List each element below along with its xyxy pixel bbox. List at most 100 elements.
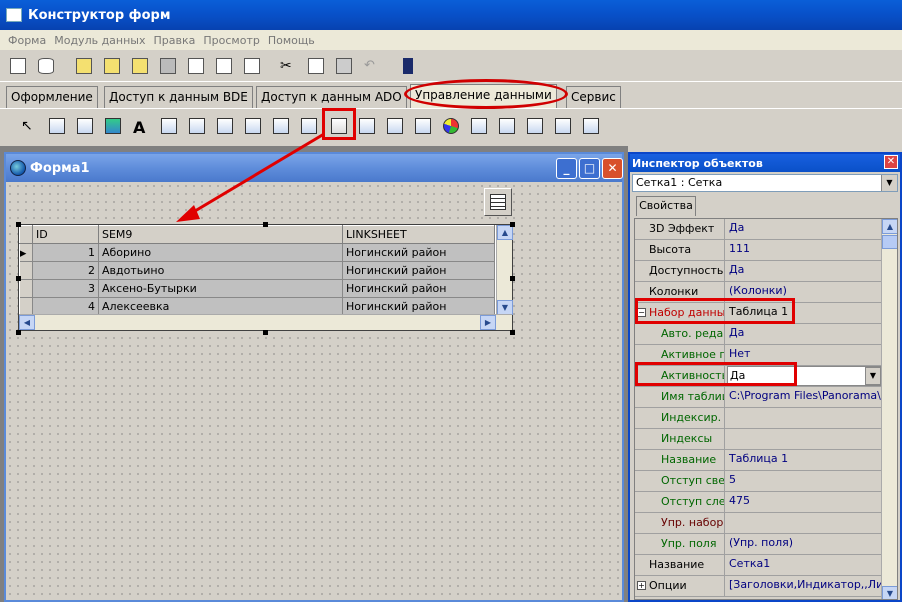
tab-ado[interactable]: Доступ к данным ADO: [256, 86, 407, 108]
cell-id[interactable]: 1: [32, 243, 99, 262]
dbrichedit-tool[interactable]: [412, 115, 434, 137]
scroll-up-icon[interactable]: ▲: [882, 219, 897, 234]
grid-vertical-scrollbar[interactable]: ▲ ▼: [496, 225, 513, 315]
open-module-button[interactable]: [100, 54, 122, 76]
cell-id[interactable]: 4: [32, 297, 99, 316]
tab-properties[interactable]: Свойства: [636, 196, 696, 216]
scroll-thumb[interactable]: [882, 235, 897, 249]
chevron-down-icon[interactable]: ▼: [881, 175, 897, 191]
cut-button[interactable]: ✂: [276, 54, 298, 76]
grid-horizontal-scrollbar[interactable]: ◀ ▶: [19, 314, 512, 330]
dbmemo-tool[interactable]: [74, 115, 96, 137]
cell-linksheet[interactable]: Ногинский район: [342, 261, 495, 280]
property-value[interactable]: [727, 408, 881, 428]
property-row[interactable]: Авто. редак-Да: [635, 324, 881, 345]
property-row[interactable]: Отступ свер 5: [635, 471, 881, 492]
property-value[interactable]: Сетка1: [727, 555, 881, 575]
dbsort-tool[interactable]: [298, 115, 320, 137]
cell-sem9[interactable]: Авдотьино: [98, 261, 343, 280]
dbtext-tool[interactable]: A: [130, 115, 152, 137]
scroll-right-icon[interactable]: ▶: [480, 315, 496, 330]
dbimage-tool[interactable]: [102, 115, 124, 137]
cell-sem9[interactable]: Аксено-Бутырки: [98, 279, 343, 298]
dblookup-tool[interactable]: [270, 115, 292, 137]
dblistbox-tool[interactable]: [158, 115, 180, 137]
property-row[interactable]: Имя таблиц C:\Program Files\Panorama\P: [635, 387, 881, 408]
paste-button[interactable]: [332, 54, 354, 76]
windows-button[interactable]: [212, 54, 234, 76]
resize-handle[interactable]: [16, 330, 21, 335]
dbcheckbox-tool[interactable]: [214, 115, 236, 137]
property-row[interactable]: Упр. набор д: [635, 513, 881, 534]
close-button[interactable]: ✕: [602, 158, 623, 179]
table-row[interactable]: 2 Авдотьино Ногинский район: [19, 261, 495, 280]
resize-handle[interactable]: [263, 330, 268, 335]
cell-linksheet[interactable]: Ногинский район: [342, 279, 495, 298]
minimize-button[interactable]: _: [556, 158, 577, 179]
dbcombobox-tool[interactable]: [186, 115, 208, 137]
property-value[interactable]: 475: [727, 492, 881, 512]
cell-id[interactable]: 3: [32, 279, 99, 298]
menu-help[interactable]: Помощь: [268, 34, 315, 47]
resize-handle[interactable]: [16, 276, 21, 281]
properties-button[interactable]: [184, 54, 206, 76]
property-value[interactable]: 111: [727, 240, 881, 260]
tab-design[interactable]: Оформление: [6, 86, 98, 108]
scroll-down-icon[interactable]: ▼: [497, 300, 513, 315]
property-row[interactable]: Доступность Да: [635, 261, 881, 282]
property-value[interactable]: Таблица 1: [727, 450, 881, 470]
property-value[interactable]: 5: [727, 471, 881, 491]
maximize-button[interactable]: □: [579, 158, 600, 179]
checklist-button[interactable]: [240, 54, 262, 76]
property-value[interactable]: C:\Program Files\Panorama\P: [727, 387, 881, 407]
run-button[interactable]: [396, 54, 418, 76]
property-row[interactable]: Упр. поля (Упр. поля): [635, 534, 881, 555]
copy-button[interactable]: [304, 54, 326, 76]
column-header-id[interactable]: ID: [32, 225, 99, 244]
property-row[interactable]: + Опции [Заголовки,Индикатор,,Лини: [635, 576, 881, 597]
dbnavigator-tool[interactable]: [356, 115, 378, 137]
form-canvas[interactable]: ID SEM9 LINKSHEET ▶ 1 Аборино Ногинский …: [6, 182, 622, 600]
open-button[interactable]: [72, 54, 94, 76]
undo-button[interactable]: ↶: [360, 54, 382, 76]
property-row[interactable]: Название Таблица 1: [635, 450, 881, 471]
cell-linksheet[interactable]: Ногинский район: [342, 297, 495, 316]
property-value[interactable]: [727, 429, 881, 449]
property-row[interactable]: Высота 111: [635, 240, 881, 261]
cell-linksheet[interactable]: Ногинский район: [342, 243, 495, 262]
property-row[interactable]: Индексы: [635, 429, 881, 450]
dbctrlgrid-tool[interactable]: [384, 115, 406, 137]
cell-sem9[interactable]: Аборино: [98, 243, 343, 262]
tab-bde[interactable]: Доступ к данным BDE: [104, 86, 253, 108]
tab-service[interactable]: Сервис: [566, 86, 621, 108]
menu-view[interactable]: Просмотр: [203, 34, 259, 47]
object-selector[interactable]: Сетка1 : Сетка ▼: [632, 174, 898, 192]
resize-handle[interactable]: [510, 276, 515, 281]
scroll-left-icon[interactable]: ◀: [19, 315, 35, 330]
resize-handle[interactable]: [510, 222, 515, 227]
new-form-button[interactable]: [6, 54, 28, 76]
chevron-down-icon[interactable]: ▼: [865, 367, 881, 385]
dblabel-tool[interactable]: [496, 115, 518, 137]
close-icon[interactable]: ✕: [884, 155, 898, 169]
property-row[interactable]: Индексир. п: [635, 408, 881, 429]
resize-handle[interactable]: [263, 222, 268, 227]
column-header-linksheet[interactable]: LINKSHEET: [342, 225, 495, 244]
property-scrollbar[interactable]: ▲ ▼: [881, 219, 897, 599]
menu-edit[interactable]: Правка: [154, 34, 196, 47]
property-value[interactable]: Да: [727, 324, 881, 344]
property-value[interactable]: [727, 513, 881, 533]
dbfields-tool[interactable]: [580, 115, 602, 137]
cell-sem9[interactable]: Алексеевка: [98, 297, 343, 316]
property-row[interactable]: Название Сетка1: [635, 555, 881, 576]
scroll-up-icon[interactable]: ▲: [497, 225, 513, 240]
table-row[interactable]: 3 Аксено-Бутырки Ногинский район: [19, 279, 495, 298]
scroll-down-icon[interactable]: ▼: [882, 586, 897, 599]
open-other-button[interactable]: [128, 54, 150, 76]
dbradio-tool[interactable]: [242, 115, 264, 137]
table-component[interactable]: [484, 188, 512, 216]
dbtable-tool[interactable]: [524, 115, 546, 137]
property-value[interactable]: Да: [727, 261, 881, 281]
property-value[interactable]: (Упр. поля): [727, 534, 881, 554]
dbprogress-tool[interactable]: [468, 115, 490, 137]
